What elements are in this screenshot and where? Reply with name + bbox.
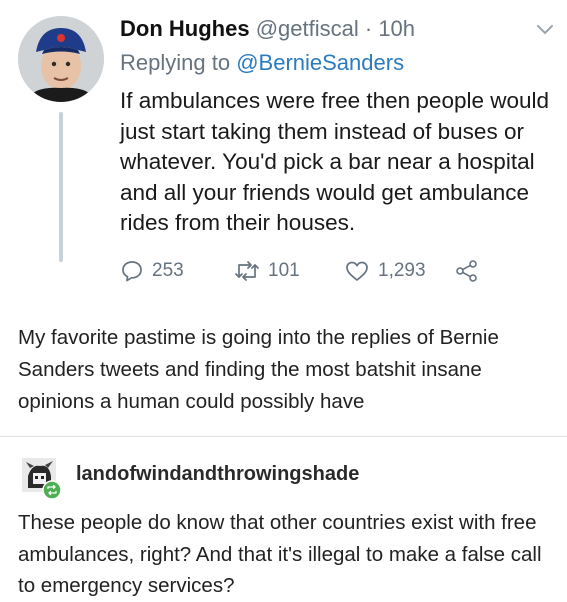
replying-to-line: Replying to @BernieSanders [120, 48, 404, 78]
tweet-header: Don Hughes @getfiscal · 10h [120, 14, 415, 44]
tweet-screenshot: Don Hughes @getfiscal · 10h Replying to … [0, 0, 567, 300]
separator: · [364, 16, 373, 41]
divider [0, 436, 567, 437]
post-caption: My favorite pastime is going into the re… [18, 326, 499, 413]
heart-icon [346, 261, 368, 281]
tweet-actions: 253 101 1,293 [120, 256, 560, 286]
reply-button[interactable]: 253 [120, 256, 184, 286]
reblog-avatar[interactable] [22, 458, 62, 500]
chevron-down-icon[interactable] [536, 24, 554, 36]
replying-handle[interactable]: @BernieSanders [236, 50, 404, 75]
tweet-time[interactable]: 10h [378, 16, 415, 41]
tweet-text: If ambulances were free then people woul… [120, 88, 550, 235]
retweet-icon [235, 261, 259, 281]
like-count: 1,293 [378, 260, 426, 281]
replying-prefix: Replying to [120, 50, 231, 75]
thread-line [59, 112, 63, 262]
display-name[interactable]: Don Hughes [120, 16, 250, 41]
reblog-text: These people do know that other countrie… [18, 511, 542, 597]
like-button[interactable]: 1,293 [344, 256, 426, 286]
person-avatar-icon [18, 16, 104, 102]
reply-icon [122, 261, 142, 282]
share-button[interactable] [454, 256, 480, 286]
reply-count: 253 [152, 260, 184, 281]
user-handle[interactable]: @getfiscal [256, 16, 359, 41]
blog-avatar-icon [22, 458, 62, 500]
user-avatar[interactable] [18, 16, 104, 102]
reblog-username[interactable]: landofwindandthrowingshade [76, 460, 359, 488]
share-icon [456, 260, 477, 282]
retweet-button[interactable]: 101 [234, 256, 300, 286]
retweet-count: 101 [268, 260, 300, 281]
